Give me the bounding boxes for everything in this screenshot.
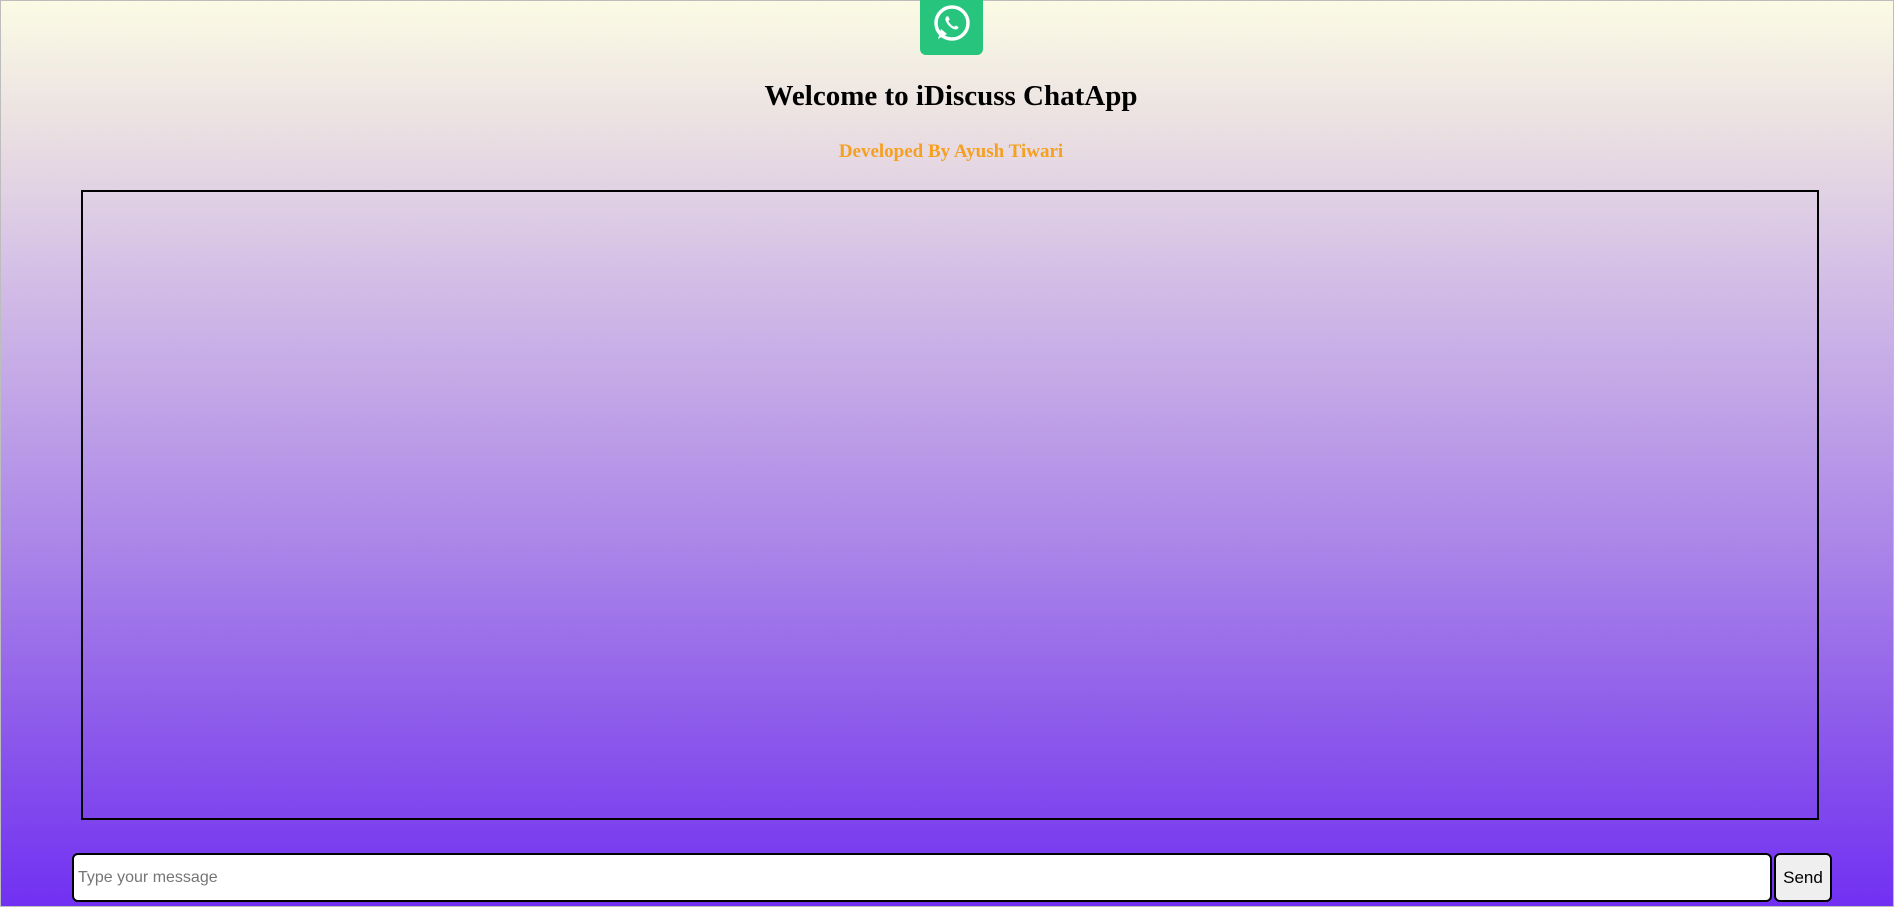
whatsapp-icon xyxy=(934,5,970,41)
page-title: Welcome to iDiscuss ChatApp xyxy=(764,80,1138,112)
developer-credit: Developed By Ayush Tiwari xyxy=(838,141,1064,162)
app-logo xyxy=(920,0,983,55)
message-input[interactable] xyxy=(72,853,1772,902)
send-button[interactable]: Send xyxy=(1774,853,1832,902)
send-message-form: Send xyxy=(72,853,1832,902)
chat-messages-container xyxy=(81,190,1819,820)
